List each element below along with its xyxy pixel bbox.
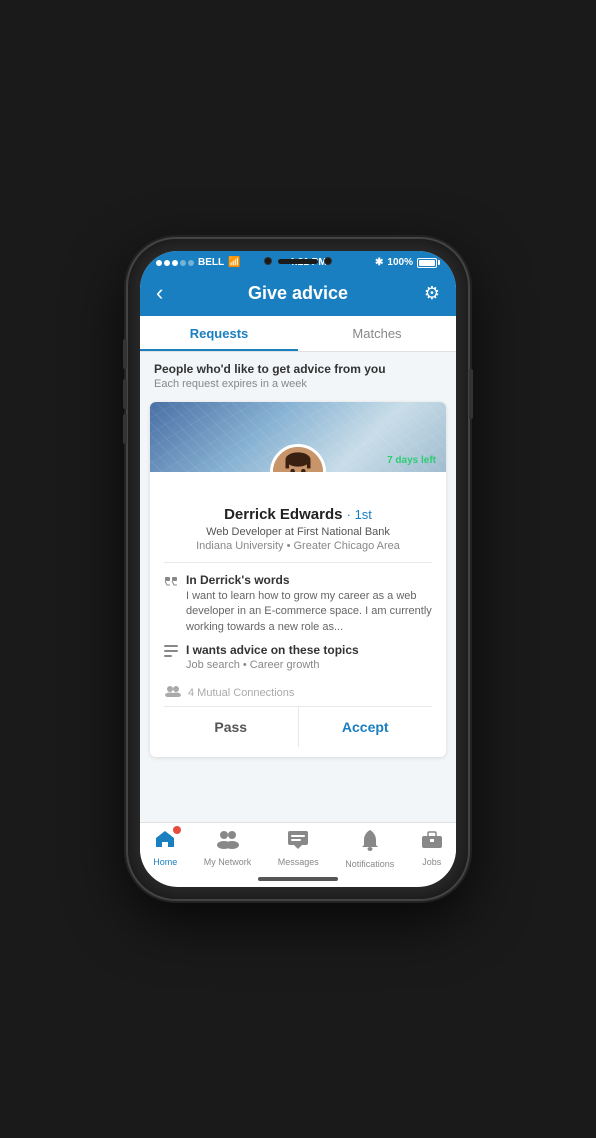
words-text: I want to learn how to grow my career as… (186, 589, 432, 635)
dot-4 (180, 260, 186, 266)
person-location: Indiana University • Greater Chicago Are… (164, 540, 432, 552)
nav-item-network[interactable]: My Network (204, 829, 252, 869)
in-their-words-section: In Derrick's words I want to learn how t… (164, 573, 432, 635)
quote-icon (164, 574, 178, 635)
notifications-label: Notifications (345, 859, 394, 869)
network-icon (215, 829, 239, 855)
network-label: My Network (204, 857, 252, 867)
home-badge (173, 826, 181, 834)
topics-icon (164, 644, 178, 671)
tab-requests[interactable]: Requests (140, 316, 298, 351)
avatar (270, 444, 326, 472)
nav-item-home[interactable]: Home (153, 829, 177, 869)
dot-2 (164, 260, 170, 266)
phone-top-bar (264, 257, 332, 265)
section-title: People who'd like to get advice from you (154, 362, 442, 376)
section-header: People who'd like to get advice from you… (140, 352, 456, 396)
main-content: People who'd like to get advice from you… (140, 352, 456, 822)
tab-matches[interactable]: Matches (298, 316, 456, 351)
profile-card: 7 days left Derrick Edwards · 1st Web De… (150, 402, 446, 757)
topics-text: Job search • Career growth (186, 659, 359, 671)
home-indicator (258, 877, 338, 881)
camera-2 (324, 257, 332, 265)
page-title: Give advice (203, 283, 392, 304)
jobs-icon (421, 829, 443, 855)
notifications-icon (360, 829, 380, 857)
status-left: BELL 📶 (156, 257, 241, 268)
status-right: ✱ 100% (375, 257, 440, 268)
phone-screen: BELL 📶 4:21 PM ✱ 100% ‹ Give advice ⚙ (140, 251, 456, 887)
nav-item-jobs[interactable]: Jobs (421, 829, 443, 869)
words-label: In Derrick's words (186, 573, 432, 587)
bluetooth-icon: ✱ (375, 257, 383, 268)
person-job-title: Web Developer at First National Bank (164, 526, 432, 538)
dot-1 (156, 260, 162, 266)
divider (164, 562, 432, 563)
signal-dots (156, 260, 194, 266)
jobs-label: Jobs (422, 857, 441, 867)
topics-label: I wants advice on these topics (186, 643, 359, 657)
connections-icon (164, 685, 182, 700)
person-name: Derrick Edwards · 1st (164, 506, 432, 523)
battery-percent: 100% (387, 257, 413, 268)
bottom-navigation: Home My Network (140, 822, 456, 873)
accept-button[interactable]: Accept (299, 707, 433, 747)
card-body: Derrick Edwards · 1st Web Developer at F… (150, 472, 446, 757)
phone-frame: BELL 📶 4:21 PM ✱ 100% ‹ Give advice ⚙ (128, 239, 468, 899)
carrier-label: BELL (198, 257, 224, 268)
nav-item-messages[interactable]: Messages (278, 829, 319, 869)
avatar-image (273, 447, 323, 472)
pass-button[interactable]: Pass (164, 707, 299, 747)
speaker (278, 259, 318, 264)
topics-section: I wants advice on these topics Job searc… (164, 643, 432, 671)
mutual-connections-text: 4 Mutual Connections (188, 687, 294, 699)
days-left-badge: 7 days left (387, 455, 436, 466)
dot-5 (188, 260, 194, 266)
tab-bar: Requests Matches (140, 316, 456, 352)
navigation-bar: ‹ Give advice ⚙ (140, 272, 456, 316)
home-icon (154, 829, 176, 855)
nav-item-notifications[interactable]: Notifications (345, 829, 394, 869)
mutual-connections-row: 4 Mutual Connections (164, 679, 432, 702)
connection-degree: · 1st (347, 507, 372, 522)
dot-3 (172, 260, 178, 266)
wifi-icon: 📶 (228, 257, 240, 268)
battery-indicator (417, 258, 440, 268)
topics-content: I wants advice on these topics Job searc… (186, 643, 359, 671)
action-buttons: Pass Accept (164, 706, 432, 747)
settings-button[interactable]: ⚙ (393, 283, 440, 304)
back-button[interactable]: ‹ (156, 280, 203, 306)
words-content: In Derrick's words I want to learn how t… (186, 573, 432, 635)
camera (264, 257, 272, 265)
home-label: Home (153, 857, 177, 867)
messages-icon (287, 829, 309, 855)
messages-label: Messages (278, 857, 319, 867)
section-subtitle: Each request expires in a week (154, 378, 442, 390)
card-header-background: 7 days left (150, 402, 446, 472)
